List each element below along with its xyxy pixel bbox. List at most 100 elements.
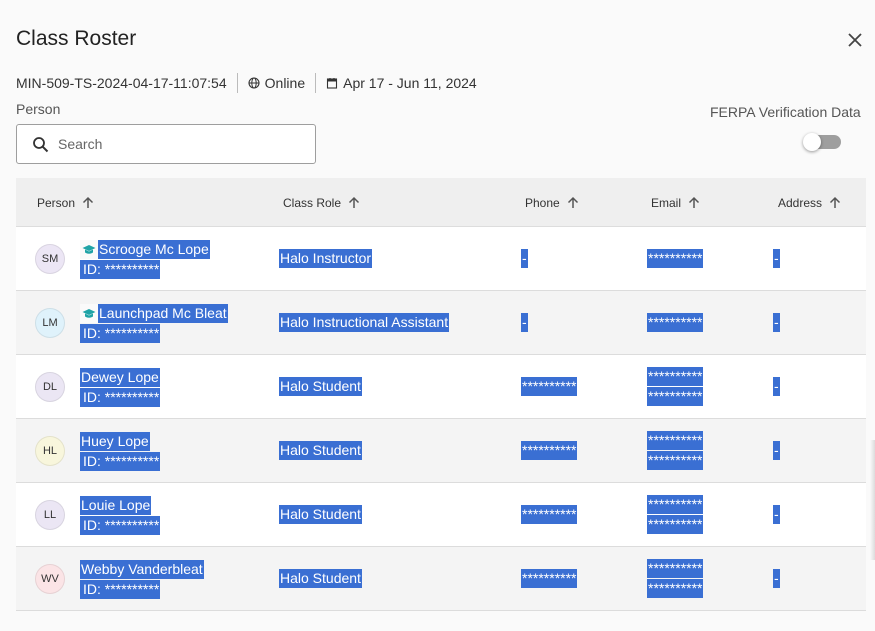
phone-cell: **********	[521, 441, 578, 460]
table-row[interactable]: HL Huey Lope ID: ********** Halo Student ***…	[16, 419, 866, 483]
person-id-line: ID: **********	[80, 516, 161, 535]
phone-cell: -	[521, 313, 528, 332]
class-role: Halo Student	[279, 377, 362, 396]
class-role-cell: Halo Instructor	[279, 249, 373, 268]
person-name: Huey Lope	[80, 432, 150, 451]
sort-arrow-icon	[822, 196, 842, 210]
address-value: -	[773, 249, 780, 268]
graduation-cap-icon	[80, 240, 98, 259]
person-name-line: Louie Lope	[80, 496, 152, 515]
phone-value: **********	[521, 569, 578, 588]
divider	[236, 73, 238, 93]
sort-arrow-icon	[341, 196, 361, 210]
phone-cell: **********	[521, 569, 578, 588]
class-role: Halo Student	[279, 505, 362, 524]
person-id: ID: **********	[80, 260, 161, 279]
scroll-shadow	[870, 440, 875, 560]
phone-cell: **********	[521, 505, 578, 524]
person-name: Dewey Lope	[80, 368, 160, 387]
phone-value: **********	[521, 441, 578, 460]
table-row[interactable]: SM Scrooge Mc Lope ID: ********** Halo Inst…	[16, 227, 866, 291]
class-role: Halo Student	[279, 441, 362, 460]
sort-arrow-icon	[560, 196, 580, 210]
column-header-label: Class Role	[283, 195, 342, 210]
person-name-line: Huey Lope	[80, 432, 150, 451]
divider	[315, 73, 317, 93]
address-cell: -	[773, 313, 780, 332]
table-row[interactable]: WV Webby Vanderbleat ID: ********** Halo St…	[16, 547, 866, 611]
address-value: -	[773, 377, 780, 396]
person-name: Louie Lope	[80, 496, 152, 515]
table-row[interactable]: DL Dewey Lope ID: ********** Halo Student **…	[16, 355, 866, 419]
phone-value: -	[521, 249, 528, 268]
close-icon	[848, 33, 862, 47]
column-header-person[interactable]: Person	[37, 178, 95, 227]
graduation-cap-icon	[80, 304, 98, 323]
email-value: **********	[647, 387, 704, 406]
avatar: LM	[35, 308, 65, 338]
sort-arrow-icon	[681, 196, 701, 210]
email-cell: ********** **********	[647, 367, 704, 407]
avatar: WV	[35, 564, 65, 594]
email-value: **********	[647, 313, 704, 332]
table-body: SM Scrooge Mc Lope ID: ********** Halo Inst…	[16, 227, 866, 611]
class-role-cell: Halo Student	[279, 569, 362, 588]
search-box[interactable]	[16, 124, 316, 164]
phone-value: **********	[521, 377, 578, 396]
email-cell: ********** **********	[647, 559, 704, 599]
person-id: ID: **********	[80, 516, 161, 535]
address-cell: -	[773, 569, 780, 588]
toggle-knob	[803, 133, 821, 151]
avatar: SM	[35, 244, 65, 274]
email-value: **********	[647, 367, 704, 386]
email-cell: ********** **********	[647, 495, 704, 535]
email-cell: **********	[647, 249, 704, 268]
ferpa-label: FERPA Verification Data	[710, 104, 861, 120]
class-role: Halo Student	[279, 569, 362, 588]
person-name: Webby Vanderbleat	[80, 560, 204, 579]
table-row[interactable]: LL Louie Lope ID: ********** Halo Student **…	[16, 483, 866, 547]
person-name: Launchpad Mc Bleat	[98, 304, 228, 323]
class-role-cell: Halo Student	[279, 505, 362, 524]
person-id-line: ID: **********	[80, 580, 161, 599]
person-id: ID: **********	[80, 580, 161, 599]
phone-value: **********	[521, 505, 578, 524]
section-meta: MIN-509-TS-2024-04-17-11:07:54 Online Ap…	[16, 73, 477, 93]
ferpa-toggle[interactable]	[803, 133, 841, 151]
table-row[interactable]: LM Launchpad Mc Bleat ID: ********** Halo I…	[16, 291, 866, 355]
email-value: **********	[647, 249, 704, 268]
email-value: **********	[647, 431, 704, 450]
person-id-line: ID: **********	[80, 452, 161, 471]
calendar-icon	[326, 77, 338, 89]
person-id: ID: **********	[80, 388, 161, 407]
close-button[interactable]	[845, 30, 865, 50]
sort-arrow-icon	[75, 196, 95, 210]
class-role-cell: Halo Student	[279, 441, 362, 460]
class-roster-dialog: Class Roster MIN-509-TS-2024-04-17-11:07…	[0, 0, 875, 631]
section-code: MIN-509-TS-2024-04-17-11:07:54	[16, 75, 227, 91]
email-cell: ********** **********	[647, 431, 704, 471]
column-header-label: Phone	[525, 195, 560, 210]
column-header-address[interactable]: Address	[778, 178, 842, 227]
person-id-line: ID: **********	[80, 388, 161, 407]
table-header: Person Class Role Phone Email Address	[16, 178, 866, 227]
modality-text: Online	[264, 75, 306, 91]
address-cell: -	[773, 249, 780, 268]
phone-cell: -	[521, 249, 528, 268]
column-header-class-role[interactable]: Class Role	[283, 178, 361, 227]
email-value: **********	[647, 515, 704, 534]
search-input[interactable]	[58, 136, 298, 152]
avatar: HL	[35, 436, 65, 466]
address-cell: -	[773, 377, 780, 396]
column-header-email[interactable]: Email	[651, 178, 701, 227]
person-name-line: Scrooge Mc Lope	[80, 240, 210, 259]
person-name-line: Dewey Lope	[80, 368, 160, 387]
person-id-line: ID: **********	[80, 324, 161, 343]
email-value: **********	[647, 451, 704, 470]
address-cell: -	[773, 505, 780, 524]
roster-table: Person Class Role Phone Email Address SM Scro…	[16, 178, 866, 611]
column-header-phone[interactable]: Phone	[525, 178, 580, 227]
dialog-title: Class Roster	[16, 27, 137, 50]
address-cell: -	[773, 441, 780, 460]
address-value: -	[773, 313, 780, 332]
